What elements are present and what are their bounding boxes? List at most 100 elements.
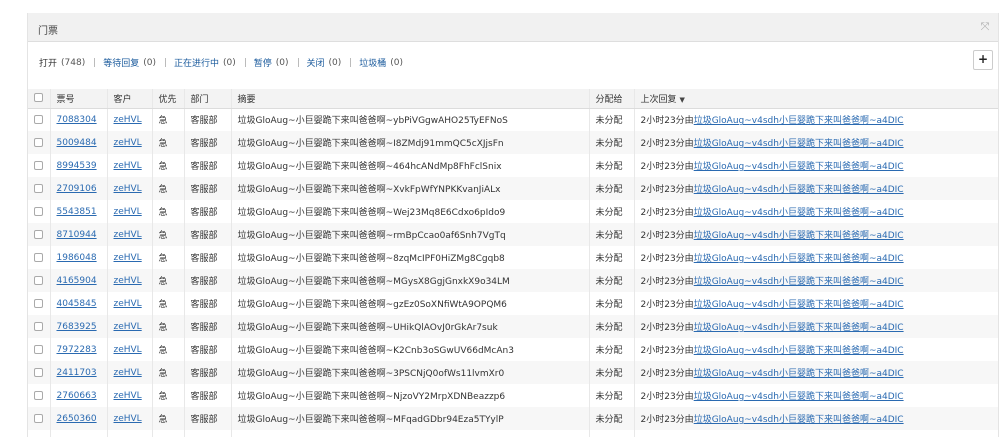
customer-link[interactable]: zeHVL [114,368,142,378]
row-checkbox[interactable] [34,298,43,308]
last-reply-link[interactable]: 垃圾GloAug~v4sdh小巨婴跪下来叫爸爸啊~a4DIC [694,323,904,333]
table-row[interactable]: 7972283 zeHVL 急客服部 垃圾GloAug~小巨婴跪下来叫爸爸啊~K2Cn… [28,338,998,361]
row-checkbox[interactable] [34,137,43,147]
last-reply-link[interactable]: 垃圾GloAug~v4sdh小巨婴跪下来叫爸爸啊~a4DIC [694,277,904,287]
customer-cell: zeHVL [107,315,153,338]
customer-link[interactable]: zeHVL [114,299,142,309]
filter-item[interactable]: 等待回复 (0) [103,56,156,70]
row-checkbox[interactable] [34,229,43,239]
customer-link[interactable]: zeHVL [114,230,142,240]
filter-item[interactable]: 打开 (748) [39,56,85,70]
table-row[interactable]: 4045845 zeHVL 急客服部 垃圾GloAug~小巨婴跪下来叫爸爸啊~gzEz… [28,292,998,315]
filter-item[interactable]: 正在进行中 (0) [174,56,236,70]
ticket-number-link[interactable]: 7972283 [57,345,97,355]
customer-link[interactable]: zeHVL [114,207,142,217]
table-row[interactable]: 5009484 zeHVL 急客服部 垃圾GloAug~小巨婴跪下来叫爸爸啊~I8ZM… [28,131,998,154]
last-reply-link[interactable]: 垃圾GloAug~v4sdh小巨婴跪下来叫爸爸啊~a4DIC [694,185,904,195]
customer-link[interactable]: zeHVL [114,322,142,332]
col-summary[interactable]: 摘要 [231,89,590,109]
table-row[interactable]: 8710944 zeHVL 急客服部 垃圾GloAug~小巨婴跪下来叫爸爸啊~rmBp… [28,223,998,246]
col-priority[interactable]: 优先 [152,89,185,109]
table-row[interactable]: 8994539 zeHVL 急客服部 垃圾GloAug~小巨婴跪下来叫爸爸啊~464h… [28,154,998,177]
row-checkbox[interactable] [34,206,43,216]
last-reply-time: 2小时23分由 [640,116,694,127]
customer-link[interactable]: zeHVL [114,115,142,125]
row-checkbox[interactable] [34,114,43,124]
table-row[interactable]: 7683925 zeHVL 急客服部 垃圾GloAug~小巨婴跪下来叫爸爸啊~UHik… [28,315,998,338]
filter-count: (0) [275,57,289,68]
last-reply-time: 2小时23分由 [640,185,694,195]
filter-item[interactable]: 垃圾桶 (0) [359,56,403,70]
ticket-number-link[interactable]: 2760663 [57,391,97,401]
customer-link[interactable]: zeHVL [114,138,142,148]
customer-cell: zeHVL [107,384,153,407]
ticket-number-link[interactable]: 4165904 [57,276,97,286]
customer-link[interactable]: zeHVL [114,276,142,286]
row-checkbox[interactable] [34,367,43,377]
ticket-number-link[interactable]: 8994539 [57,161,97,171]
last-reply-cell: 2小时23分由垃圾GloAug~v4sdh小巨婴跪下来叫爸爸啊~a4DIC [634,200,998,223]
row-checkbox[interactable] [34,390,43,400]
row-checkbox[interactable] [34,183,43,193]
ticket-number-link[interactable]: 7683925 [57,322,97,332]
last-reply-link[interactable]: 垃圾GloAug~v4sdh小巨婴跪下来叫爸爸啊~a4DIC [694,254,904,264]
filter-item[interactable]: 关闭 (0) [307,56,342,70]
row-checkbox[interactable] [34,160,43,170]
ticket-number-link[interactable]: 4045845 [57,299,97,309]
customer-link[interactable]: zeHVL [114,161,142,171]
col-department[interactable]: 部门 [184,89,232,109]
customer-link[interactable]: zeHVL [114,253,142,263]
last-reply-link[interactable]: 垃圾GloAug~v4sdh小巨婴跪下来叫爸爸啊~a4DIC [694,369,904,379]
expand-icon[interactable]: ⤧ [979,21,991,33]
row-checkbox[interactable] [34,252,43,262]
last-reply-link[interactable]: 垃圾GloAug~v4sdh小巨婴跪下来叫爸爸啊~a4DIC [694,162,904,172]
last-reply-cell: 2小时23分由垃圾GloAug~v4sdh小巨婴跪下来叫爸爸啊~a4DIC [634,292,998,315]
table-row[interactable]: 7735171zeHVL急客服部垃圾GloAug~小巨婴跪下来叫爸爸啊~yuhc… [28,430,998,437]
table-row[interactable]: 5543851 zeHVL 急客服部 垃圾GloAug~小巨婴跪下来叫爸爸啊~Wej2… [28,200,998,223]
table-row[interactable]: 4165904 zeHVL 急客服部 垃圾GloAug~小巨婴跪下来叫爸爸啊~MGys… [28,269,998,292]
ticket-number-link[interactable]: 7088304 [57,115,97,125]
select-all-checkbox[interactable] [34,93,43,103]
customer-cell: zeHVL [107,269,153,292]
ticket-number-link[interactable]: 1986048 [57,253,97,263]
customer-link[interactable]: zeHVL [114,184,142,194]
row-checkbox[interactable] [34,275,43,285]
ticket-number-link[interactable]: 2650360 [57,414,97,424]
customer-link[interactable]: zeHVL [114,391,142,401]
ticket-number-link[interactable]: 2411703 [57,368,97,378]
priority-cell: 急 [152,177,185,200]
table-row[interactable]: 1986048 zeHVL 急客服部 垃圾GloAug~小巨婴跪下来叫爸爸啊~8zqM… [28,246,998,269]
last-reply-cell: 2小时23分由垃圾GloAug~v4sdh小巨婴跪下来叫爸爸啊~a4DIC [634,407,998,430]
table-row[interactable]: 2709106 zeHVL 急客服部 垃圾GloAug~小巨婴跪下来叫爸爸啊~XvkF… [28,177,998,200]
customer-link[interactable]: zeHVL [114,345,142,355]
row-checkbox[interactable] [34,321,43,331]
table-row[interactable]: 2411703 zeHVL 急客服部 垃圾GloAug~小巨婴跪下来叫爸爸啊~3PSC… [28,361,998,384]
table-row[interactable]: 2650360 zeHVL 急客服部 垃圾GloAug~小巨婴跪下来叫爸爸啊~MFqa… [28,407,998,430]
table-row[interactable]: 7088304 zeHVL 急客服部 垃圾GloAug~小巨婴跪下来叫爸爸啊~ybPi… [28,108,998,131]
table-row[interactable]: 2760663 zeHVL 急客服部 垃圾GloAug~小巨婴跪下来叫爸爸啊~Njzo… [28,384,998,407]
last-reply-link[interactable]: 垃圾GloAug~v4sdh小巨婴跪下来叫爸爸啊~a4DIC [694,300,904,310]
last-reply-link[interactable]: 垃圾GloAug~v4sdh小巨婴跪下来叫爸爸啊~a4DIC [694,208,904,218]
filter-separator [94,58,96,67]
col-assigned[interactable]: 分配给 [589,89,635,109]
col-last-reply[interactable]: 上次回复 ▼ [634,89,998,109]
last-reply-link[interactable]: 垃圾GloAug~v4sdh小巨婴跪下来叫爸爸啊~a4DIC [694,392,904,402]
ticket-number-link[interactable]: 5009484 [57,138,97,148]
ticket-number-link[interactable]: 8710944 [57,230,97,240]
col-ticket-number[interactable]: 票号 [50,89,108,109]
filter-item[interactable]: 暂停 (0) [254,56,289,70]
last-reply-link[interactable]: 垃圾GloAug~v4sdh小巨婴跪下来叫爸爸啊~a4DIC [694,139,904,149]
customer-link[interactable]: zeHVL [114,414,142,424]
row-checkbox[interactable] [34,344,43,354]
add-ticket-button[interactable]: + [973,50,993,70]
summary-cell: 垃圾GloAug~小巨婴跪下来叫爸爸啊~NjzoVY2MrpXDNBeazzp6 [231,384,590,407]
last-reply-link[interactable]: 垃圾GloAug~v4sdh小巨婴跪下来叫爸爸啊~a4DIC [694,116,904,126]
last-reply-link[interactable]: 垃圾GloAug~v4sdh小巨婴跪下来叫爸爸啊~a4DIC [694,415,904,425]
ticket-number-link[interactable]: 2709106 [57,184,97,194]
col-customer[interactable]: 客户 [107,89,153,109]
last-reply-link[interactable]: 垃圾GloAug~v4sdh小巨婴跪下来叫爸爸啊~a4DIC [694,346,904,356]
assigned-cell: 未分配 [589,361,635,384]
row-checkbox[interactable] [34,413,43,423]
ticket-number-link[interactable]: 5543851 [57,207,97,217]
last-reply-link[interactable]: 垃圾GloAug~v4sdh小巨婴跪下来叫爸爸啊~a4DIC [694,231,904,241]
